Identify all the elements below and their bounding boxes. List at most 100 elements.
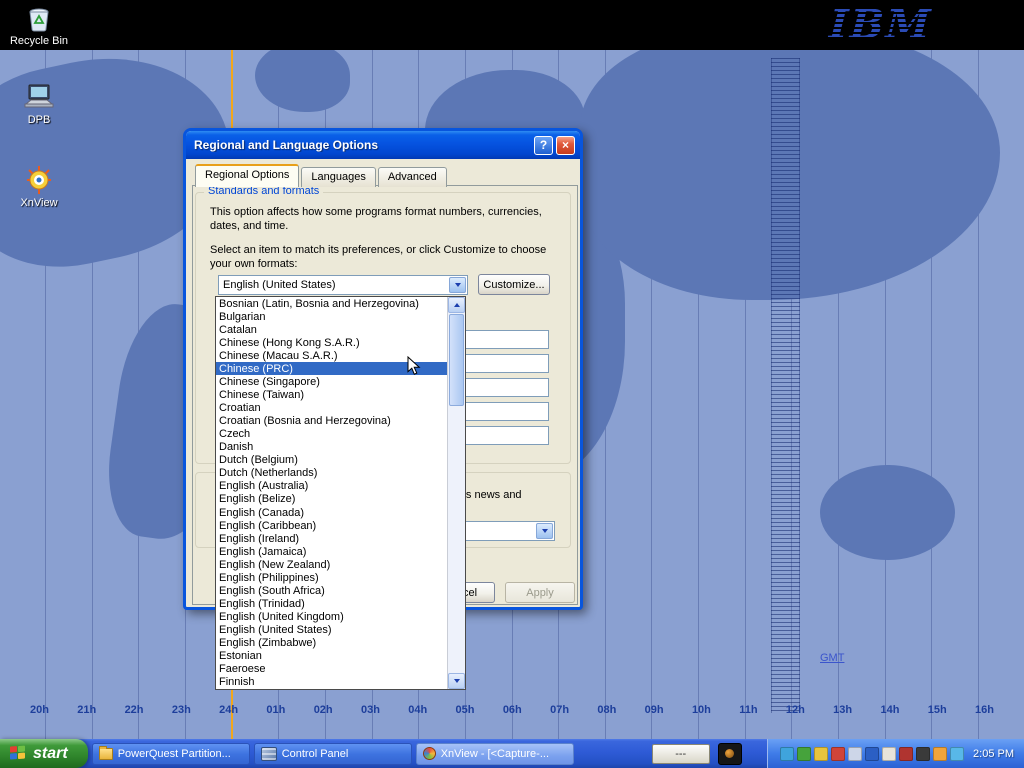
hour-scale: 20h21h22h23h24h01h02h03h04h05h06h07h08h0…	[0, 704, 1024, 716]
dateline-hatch	[771, 58, 800, 713]
tray-icon[interactable]	[882, 747, 896, 761]
laptop-icon	[22, 82, 56, 112]
tray-icon[interactable]	[848, 747, 862, 761]
tab-advanced[interactable]: Advanced	[378, 167, 447, 187]
list-item[interactable]: Finnish	[216, 676, 447, 689]
tray-icon[interactable]	[797, 747, 811, 761]
list-item[interactable]: English (Australia)	[216, 480, 447, 493]
tab-languages[interactable]: Languages	[301, 167, 375, 187]
xnview-icon	[423, 747, 436, 760]
list-item[interactable]: English (Zimbabwe)	[216, 637, 447, 650]
format-combobox[interactable]: English (United States)	[218, 275, 468, 295]
desktop-icon-recycle-bin[interactable]: Recycle Bin	[2, 3, 76, 47]
hour-label: 06h	[503, 704, 522, 716]
hour-label: 12h	[786, 704, 805, 716]
format-combobox-value: English (United States)	[223, 279, 336, 291]
chevron-down-icon	[455, 283, 461, 290]
ibm-logo-stripes	[824, 4, 937, 46]
list-item[interactable]: English (Caribbean)	[216, 519, 447, 532]
taskbar-applet-icon[interactable]	[718, 743, 742, 765]
list-item[interactable]: Dutch (Belgium)	[216, 454, 447, 467]
list-item[interactable]: Chinese (Taiwan)	[216, 388, 447, 401]
scroll-up-button[interactable]	[448, 297, 465, 313]
taskbar-button[interactable]: XnView - [<Capture-...	[416, 743, 574, 765]
system-tray: 2:05 PM	[767, 739, 1024, 768]
dialog-titlebar[interactable]: Regional and Language Options ? ×	[186, 131, 580, 159]
continent-shape	[820, 465, 955, 560]
customize-button[interactable]: Customize...	[478, 274, 550, 295]
combobox-dropdown-button[interactable]	[536, 523, 553, 539]
tray-icon[interactable]	[780, 747, 794, 761]
tray-icon[interactable]	[933, 747, 947, 761]
taskbar-button-label: PowerQuest Partition...	[118, 748, 231, 760]
list-item[interactable]: Danish	[216, 441, 447, 454]
list-item[interactable]: English (Canada)	[216, 506, 447, 519]
list-item[interactable]: Chinese (Hong Kong S.A.R.)	[216, 336, 447, 349]
scroll-down-button[interactable]	[448, 673, 465, 689]
start-button[interactable]: start	[0, 739, 88, 768]
windows-flag-icon	[10, 745, 27, 761]
mouse-cursor	[407, 356, 421, 377]
list-item[interactable]: English (United States)	[216, 624, 447, 637]
taskbar-button[interactable]: Control Panel	[254, 743, 412, 765]
tray-icon[interactable]	[950, 747, 964, 761]
start-button-label: start	[33, 745, 68, 763]
standards-description: This option affects how some programs fo…	[210, 205, 562, 234]
list-scrollbar[interactable]	[447, 297, 465, 689]
list-item[interactable]: English (Ireland)	[216, 532, 447, 545]
desktop-icon-label: XnView	[2, 197, 76, 209]
list-item[interactable]: Croatian	[216, 402, 447, 415]
tray-icon[interactable]	[814, 747, 828, 761]
taskbar-button[interactable]: PowerQuest Partition...	[92, 743, 250, 765]
list-item[interactable]: Dutch (Netherlands)	[216, 467, 447, 480]
desktop-icon-label: Recycle Bin	[2, 35, 76, 47]
chevron-up-icon	[454, 300, 460, 307]
chevron-down-icon	[454, 679, 460, 686]
list-item[interactable]: Czech	[216, 428, 447, 441]
hour-label: 02h	[314, 704, 333, 716]
list-item[interactable]: English (South Africa)	[216, 584, 447, 597]
recycle-bin-icon	[24, 3, 54, 33]
list-item[interactable]: Chinese (Singapore)	[216, 375, 447, 388]
apply-button: Apply	[505, 582, 575, 603]
list-item[interactable]: English (Philippines)	[216, 571, 447, 584]
list-item[interactable]: Bosnian (Latin, Bosnia and Herzegovina)	[216, 297, 447, 310]
scrollbar-thumb[interactable]	[449, 314, 464, 406]
tab-regional-options[interactable]: Regional Options	[195, 164, 299, 187]
list-item[interactable]: English (Trinidad)	[216, 597, 447, 610]
list-item[interactable]: Croatian (Bosnia and Herzegovina)	[216, 415, 447, 428]
help-button[interactable]: ?	[534, 136, 553, 155]
list-item[interactable]: Catalan	[216, 323, 447, 336]
list-item[interactable]: English (United Kingdom)	[216, 611, 447, 624]
list-item[interactable]: Estonian	[216, 650, 447, 663]
tray-icon[interactable]	[865, 747, 879, 761]
hour-label: 04h	[408, 704, 427, 716]
tray-icon[interactable]	[899, 747, 913, 761]
tray-icon[interactable]	[916, 747, 930, 761]
hour-label: 20h	[30, 704, 49, 716]
screen: GMT 20h21h22h23h24h01h02h03h04h05h06h07h…	[0, 0, 1024, 768]
chevron-down-icon	[542, 529, 548, 536]
desktop-icon-xnview[interactable]: XnView	[2, 165, 76, 209]
list-item[interactable]: English (Belize)	[216, 493, 447, 506]
tray-icon[interactable]	[831, 747, 845, 761]
combobox-dropdown-button[interactable]	[449, 277, 466, 293]
hour-label: 22h	[125, 704, 144, 716]
hour-label: 08h	[597, 704, 616, 716]
close-button[interactable]: ×	[556, 136, 575, 155]
tray-icons	[780, 747, 964, 761]
hour-label: 16h	[975, 704, 994, 716]
list-item[interactable]: Faeroese	[216, 663, 447, 676]
desktop-icon-dpb[interactable]: DPB	[2, 82, 76, 126]
taskbar-toolbar-button[interactable]: ---	[652, 744, 710, 764]
standards-instruction: Select an item to match its preferences,…	[210, 243, 562, 272]
list-item[interactable]: English (Jamaica)	[216, 545, 447, 558]
folder-icon	[99, 748, 113, 760]
taskbar: start PowerQuest Partition... Control Pan…	[0, 739, 1024, 768]
list-item[interactable]: English (New Zealand)	[216, 558, 447, 571]
desktop[interactable]: GMT 20h21h22h23h24h01h02h03h04h05h06h07h…	[0, 0, 1024, 739]
control-panel-icon	[261, 747, 277, 761]
desktop-icon-label: DPB	[2, 114, 76, 126]
list-item[interactable]: Bulgarian	[216, 310, 447, 323]
taskbar-clock[interactable]: 2:05 PM	[973, 748, 1014, 760]
